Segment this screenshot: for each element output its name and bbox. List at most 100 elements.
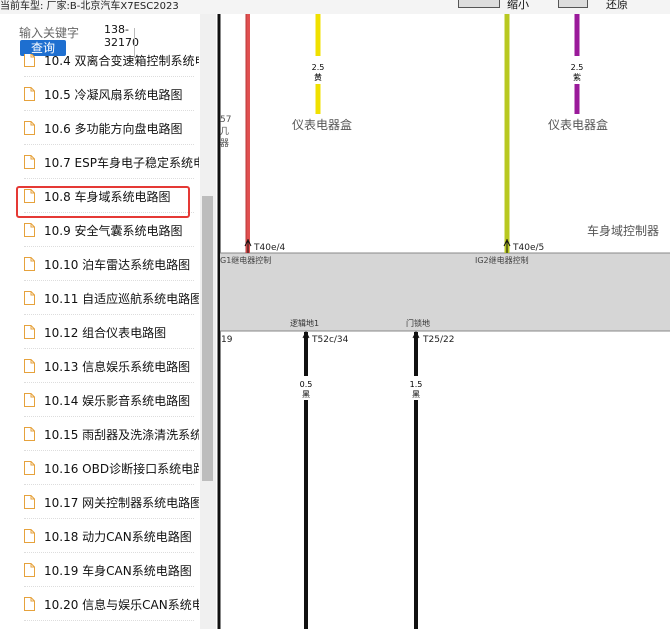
tree-item-label: 10.12 组合仪表电路图 [44, 326, 167, 340]
tree-item-label: 10.9 安全气囊系统电路图 [44, 224, 183, 238]
zoom-out-label: 缩小 [507, 0, 529, 11]
tree-item[interactable]: 10.19 车身CAN系统电路图 [18, 558, 199, 582]
restore-label: 还原 [606, 0, 628, 11]
tree-item-label: 10.6 多功能方向盘电路图 [44, 122, 183, 136]
tree-divider [24, 314, 194, 315]
controller-band [220, 253, 670, 331]
tree-item-label: 10.18 动力CAN系统电路图 [44, 530, 192, 544]
document-icon [24, 495, 35, 509]
document-icon [24, 597, 35, 611]
scrollbar[interactable] [200, 14, 216, 629]
document-icon [24, 359, 35, 373]
tree-item[interactable]: 10.17 网关控制器系统电路图 [18, 490, 199, 514]
tree-item[interactable]: 10.7 ESP车身电子稳定系统电路图 [18, 150, 199, 174]
controller-label: 车身域控制器 [587, 223, 659, 238]
wire-purple-color: 紫 [573, 73, 581, 82]
document-icon [24, 529, 35, 543]
tree-divider [24, 450, 194, 451]
relay2-label: IG2继电器控制 [475, 255, 529, 265]
tree-item-label: 10.16 OBD诊断接口系统电路图 [44, 462, 199, 476]
box-left-label: 仪表电器盒 [292, 117, 352, 132]
tree-divider [24, 246, 194, 247]
tree-item[interactable]: 10.13 信息娱乐系统电路图 [18, 354, 199, 378]
document-icon [24, 325, 35, 339]
tree-item[interactable]: 10.11 自适应巡航系统电路图 [18, 286, 199, 310]
top-bar: 当前车型: 厂家:B-北京汽车X7ESC2023 缩小 还原 [0, 0, 670, 14]
document-icon [24, 155, 35, 169]
wire3-size: 0.5 [300, 380, 313, 389]
tree-divider [24, 280, 194, 281]
tree-item-label: 10.11 自适应巡航系统电路图 [44, 292, 199, 306]
tree-item-label: 10.14 娱乐影音系统电路图 [44, 394, 191, 408]
left-edge-c2: 器 [220, 138, 229, 149]
document-icon [24, 563, 35, 577]
box-right-label: 仪表电器盒 [548, 117, 608, 132]
left-edge-19: 19 [221, 335, 233, 345]
tree-item[interactable]: 10.16 OBD诊断接口系统电路图 [18, 456, 199, 480]
tree-item[interactable]: 10.9 安全气囊系统电路图 [18, 218, 199, 242]
left-edge-num: 57 [220, 115, 231, 125]
tree-item[interactable]: 10.6 多功能方向盘电路图 [18, 116, 199, 140]
tree-divider [24, 484, 194, 485]
vehicle-info: 当前车型: 厂家:B-北京汽车X7ESC2023 [0, 1, 179, 12]
tree-item-label: 10.13 信息娱乐系统电路图 [44, 360, 191, 374]
document-icon [24, 121, 35, 135]
tree-item[interactable]: 10.15 雨刮器及洗涤清洗系统电路图 [18, 422, 199, 446]
selected-highlight [16, 186, 190, 218]
tree-divider [24, 110, 194, 111]
document-icon [24, 257, 35, 271]
pin-t25-22: T25/22 [422, 335, 454, 345]
tree-item[interactable]: 10.5 冷凝风扇系统电路图 [18, 82, 199, 106]
document-icon [24, 291, 35, 305]
tree-divider [24, 76, 194, 77]
tree-item[interactable]: 10.18 动力CAN系统电路图 [18, 524, 199, 548]
tree-divider [24, 382, 194, 383]
document-icon [24, 54, 35, 67]
relay1-label: G1继电器控制 [220, 255, 271, 265]
tree-item-label: 10.20 信息与娱乐CAN系统电路图 [44, 598, 199, 612]
ground-logic-label: 逻辑地1 [290, 318, 319, 328]
pin-t52c-34: T52c/34 [311, 335, 349, 345]
tree-divider [24, 144, 194, 145]
tree-item[interactable]: 10.12 组合仪表电路图 [18, 320, 199, 344]
wire-yellow-size: 2.5 [312, 63, 325, 72]
wire-yellow-color: 黄 [314, 72, 322, 82]
pin-t40e-5: T40e/5 [512, 243, 544, 253]
tree-divider [24, 348, 194, 349]
document-icon [24, 223, 35, 237]
left-panel: 查询 138- 32170 10.4 双离合变速箱控制系统电路图10.5 冷凝风… [0, 14, 216, 629]
tree-divider [24, 552, 194, 553]
tree-divider [24, 586, 194, 587]
pin-t40e-4: T40e/4 [253, 243, 286, 253]
tree-item-label: 10.10 泊车雷达系统电路图 [44, 258, 191, 272]
tree-item[interactable]: 10.20 信息与娱乐CAN系统电路图 [18, 592, 199, 616]
document-icon [24, 427, 35, 441]
document-icon [24, 461, 35, 475]
document-icon [24, 87, 35, 101]
tree-item-label: 10.4 双离合变速箱控制系统电路图 [44, 54, 199, 68]
tree-item[interactable]: 10.4 双离合变速箱控制系统电路图 [18, 54, 199, 72]
document-icon [24, 393, 35, 407]
chapter-tree: 10.4 双离合变速箱控制系统电路图 10.5 冷凝风扇系统电路图 10.6 多功能… [18, 54, 199, 629]
restore-button[interactable] [558, 0, 588, 8]
wire4-size: 1.5 [410, 380, 423, 389]
wire4-color: 黑 [412, 390, 420, 399]
tree-divider [24, 620, 194, 621]
tree-item-label: 10.17 网关控制器系统电路图 [44, 496, 199, 510]
circuit-diagram: 2.5 黄 2.5 紫 仪表电器盒 仪表电器盒 57 几 器 T40e/4 T4… [216, 14, 670, 629]
wire3-color: 黑 [302, 390, 310, 399]
tree-item-label: 10.5 冷凝风扇系统电路图 [44, 88, 183, 102]
tree-item-label: 10.15 雨刮器及洗涤清洗系统电路图 [44, 428, 199, 442]
tree-item[interactable]: 10.10 泊车雷达系统电路图 [18, 252, 199, 276]
scrollbar-thumb[interactable] [202, 196, 213, 481]
tree-divider [24, 518, 194, 519]
tree-item-label: 10.19 车身CAN系统电路图 [44, 564, 192, 578]
ground-door-label: 门锁地 [406, 318, 430, 328]
tree-item[interactable]: 10.14 娱乐影音系统电路图 [18, 388, 199, 412]
tree-divider [24, 416, 194, 417]
left-edge-c1: 几 [220, 126, 229, 137]
tree-divider [24, 178, 194, 179]
tree-item-label: 10.7 ESP车身电子稳定系统电路图 [44, 156, 199, 170]
zoom-out-button[interactable] [458, 0, 500, 8]
wire-purple-size: 2.5 [571, 63, 584, 72]
